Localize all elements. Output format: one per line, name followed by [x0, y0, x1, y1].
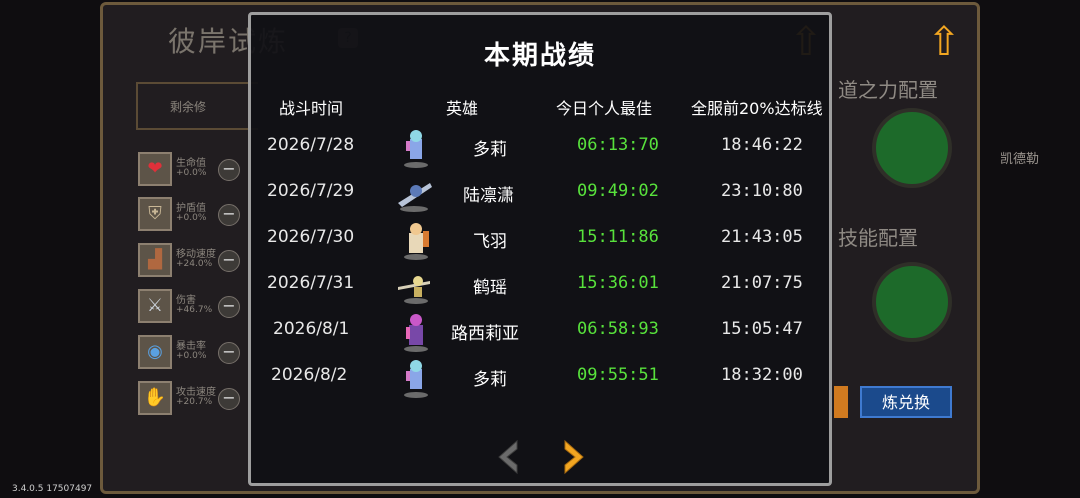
minus-button[interactable]: −: [218, 250, 240, 272]
stat-label: 护盾值: [176, 203, 206, 214]
exchange-button[interactable]: 炼兑换: [860, 386, 952, 418]
sword-icon: ⚔: [138, 289, 172, 323]
stat-label: 伤害: [176, 295, 196, 306]
hero-name-right: 凯德勒: [1000, 152, 1040, 167]
row-date: 2026/7/28: [267, 135, 355, 155]
power-config-label: 道之力配置: [838, 78, 938, 102]
eye-icon: ◉: [138, 335, 172, 369]
stat-value: +46.7%: [176, 305, 213, 315]
table-row: 2026/7/30 飞羽 15:11:86 21:43:05: [251, 217, 829, 263]
table-row: 2026/8/2 多莉 09:55:51 18:32:00: [251, 355, 829, 401]
boot-icon: ▟: [138, 243, 172, 277]
power-slot-right[interactable]: [872, 108, 952, 188]
stat-row-hp: ❤ 生命值 +0.0% −: [138, 152, 248, 186]
battle-records-dialog: 本期战绩 战斗时间 英雄 今日个人最佳 全服前20%达标线 2026/7/28 …: [248, 12, 832, 486]
hero-avatar-icon: [398, 276, 430, 304]
row-best: 06:13:70: [577, 135, 659, 155]
minus-button[interactable]: −: [218, 296, 240, 318]
table-row: 2026/7/31 鹤瑶 15:36:01 21:07:75: [251, 263, 829, 309]
hero-avatar-icon: [404, 360, 428, 398]
stat-value: +0.0%: [176, 351, 207, 361]
row-hero: 多莉: [473, 370, 507, 390]
row-target: 21:43:05: [721, 227, 803, 247]
row-best: 09:49:02: [577, 181, 659, 201]
hero-avatar-icon: [404, 130, 428, 168]
header-hero: 英雄: [446, 99, 479, 118]
minus-button[interactable]: −: [218, 388, 240, 410]
row-date: 2026/7/29: [267, 181, 355, 201]
row-target: 18:46:22: [721, 135, 803, 155]
stat-label: 生命值: [176, 158, 206, 169]
row-hero: 路西莉亚: [451, 324, 519, 344]
row-best: 15:11:86: [577, 227, 659, 247]
row-target: 18:32:00: [721, 365, 803, 385]
hero-avatar-icon: [404, 223, 429, 260]
row-hero: 鹤瑶: [473, 278, 507, 298]
table-row: 2026/7/28 多莉 06:13:70 18:46:22: [251, 125, 829, 171]
header-best: 今日个人最佳: [556, 99, 653, 118]
row-date: 2026/8/1: [273, 319, 350, 339]
remaining-label: 剩余修: [170, 100, 207, 114]
header-target: 全服前20%达标线: [691, 99, 823, 118]
row-target: 21:07:75: [721, 273, 803, 293]
hero-avatar-icon: [404, 314, 428, 352]
stat-label: 移动速度: [176, 249, 216, 260]
table-row: 2026/8/1 路西莉亚 06:58:93 15:05:47: [251, 309, 829, 355]
next-page-arrow-icon[interactable]: [561, 439, 587, 475]
shield-icon: ⛨: [138, 197, 172, 231]
stat-value: +20.7%: [176, 397, 213, 407]
stat-row-attack-speed: ✋ 攻击速度 +20.7% −: [138, 381, 248, 415]
row-date: 2026/7/31: [267, 273, 355, 293]
stat-row-shield: ⛨ 护盾值 +0.0% −: [138, 197, 248, 231]
hero-avatar-icon: [398, 183, 432, 212]
stat-row-damage: ⚔ 伤害 +46.7% −: [138, 289, 248, 323]
row-date: 2026/8/2: [271, 365, 348, 385]
stat-row-crit: ◉ 暴击率 +0.0% −: [138, 335, 248, 369]
minus-button[interactable]: −: [218, 159, 240, 181]
row-hero: 陆凛潇: [463, 186, 514, 206]
skill-config-label: 技能配置: [838, 226, 918, 250]
table-row: 2026/7/29 陆凛潇 09:49:02 23:10:80: [251, 171, 829, 217]
stat-value: +0.0%: [176, 213, 207, 223]
minus-button[interactable]: −: [218, 204, 240, 226]
heart-icon: ❤: [138, 152, 172, 186]
row-best: 15:36:01: [577, 273, 659, 293]
stat-row-speed: ▟ 移动速度 +24.0% −: [138, 243, 248, 277]
skill-slot-right[interactable]: [872, 262, 952, 342]
row-target: 23:10:80: [721, 181, 803, 201]
version-label: 3.4.0.5 17507497: [12, 484, 93, 494]
row-hero: 多莉: [473, 140, 507, 160]
records-button-edge[interactable]: [834, 386, 848, 418]
row-date: 2026/7/30: [267, 227, 355, 247]
row-best: 09:55:51: [577, 365, 659, 385]
fist-icon: ✋: [138, 381, 172, 415]
prev-page-arrow-icon[interactable]: [495, 439, 521, 475]
row-target: 15:05:47: [721, 319, 803, 339]
stat-label: 暴击率: [176, 341, 206, 352]
dialog-title: 本期战绩: [483, 41, 596, 71]
stat-value: +0.0%: [176, 168, 207, 178]
minus-button[interactable]: −: [218, 342, 240, 364]
stat-label: 攻击速度: [176, 387, 216, 398]
upgrade-arrow-icon[interactable]: ⇧: [922, 20, 966, 64]
stat-value: +24.0%: [176, 259, 213, 269]
row-hero: 飞羽: [473, 232, 507, 252]
header-date: 战斗时间: [279, 99, 344, 118]
row-best: 06:58:93: [577, 319, 659, 339]
